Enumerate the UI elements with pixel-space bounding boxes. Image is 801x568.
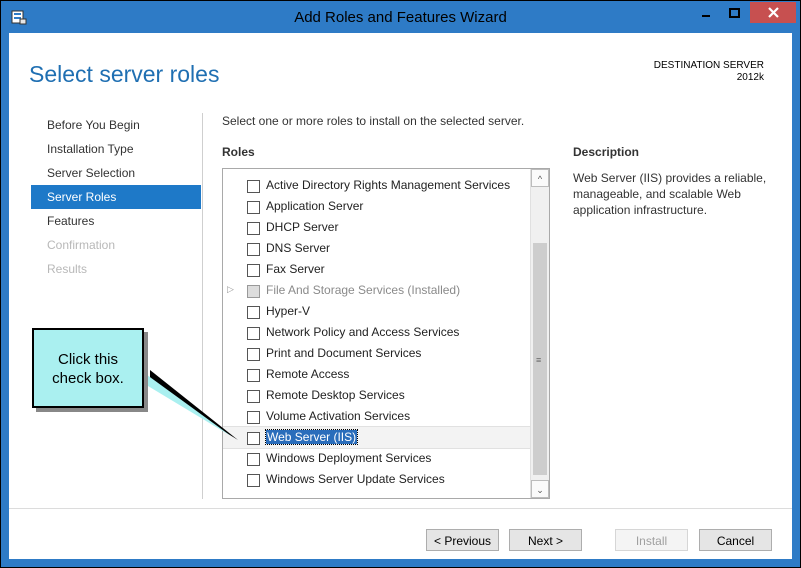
nav-server-selection[interactable]: Server Selection: [31, 161, 201, 185]
role-row[interactable]: Print and Document Services: [223, 343, 530, 364]
role-label-selected[interactable]: Web Server (IIS): [264, 429, 359, 445]
role-row[interactable]: Hyper-V: [223, 301, 530, 322]
roles-list[interactable]: Active Directory Rights Management Servi…: [222, 168, 550, 499]
callout-annotation: Click this check box.: [32, 328, 144, 408]
nav-results: Results: [47, 262, 88, 276]
role-label: File And Storage Services (Installed): [266, 283, 461, 297]
role-row[interactable]: DNS Server: [223, 238, 530, 259]
scroll-down-button[interactable]: ⌄: [531, 480, 549, 498]
callout-line-1: Click this: [57, 351, 118, 368]
title-bar[interactable]: Add Roles and Features Wizard: [1, 1, 800, 33]
role-checkbox[interactable]: [247, 243, 260, 256]
role-label[interactable]: Active Directory Rights Management Servi…: [266, 178, 510, 192]
role-label[interactable]: Application Server: [266, 199, 363, 213]
minimize-button[interactable]: [693, 2, 719, 23]
scroll-thumb[interactable]: ≡: [533, 243, 547, 475]
role-checkbox[interactable]: [247, 327, 260, 340]
role-label[interactable]: DNS Server: [266, 241, 330, 255]
destination-server-label: DESTINATION SERVER: [653, 60, 764, 71]
close-button[interactable]: [750, 2, 796, 23]
role-label[interactable]: Network Policy and Access Services: [266, 325, 459, 339]
description-heading: Description: [573, 145, 640, 159]
role-checkbox-installed: [247, 285, 260, 298]
cancel-button[interactable]: Cancel: [699, 529, 772, 551]
page-title: Select server roles: [29, 61, 220, 87]
role-row[interactable]: Volume Activation Services: [223, 406, 530, 427]
nav-confirmation: Confirmation: [47, 238, 116, 252]
nav-before-you-begin[interactable]: Before You Begin: [31, 113, 201, 137]
close-icon: [767, 7, 779, 18]
role-label[interactable]: Print and Document Services: [266, 346, 421, 360]
role-checkbox[interactable]: [247, 264, 260, 277]
role-checkbox[interactable]: [247, 180, 260, 193]
web-server-checkbox[interactable]: [247, 432, 260, 445]
role-checkbox[interactable]: [247, 453, 260, 466]
previous-button[interactable]: < Previous: [426, 529, 499, 551]
wizard-content: Select server roles DESTINATION SERVER 2…: [9, 33, 792, 559]
role-label[interactable]: Windows Server Update Services: [266, 472, 445, 486]
install-button: Install: [615, 529, 688, 551]
next-button[interactable]: Next >: [509, 529, 582, 551]
role-row[interactable]: ▷ File And Storage Services (Installed): [223, 280, 530, 301]
destination-server-name: 2012k: [736, 72, 764, 83]
role-row-selected[interactable]: Web Server (IIS): [223, 426, 530, 449]
role-row[interactable]: DHCP Server: [223, 217, 530, 238]
nav-divider: [202, 113, 203, 499]
role-row[interactable]: Remote Access: [223, 364, 530, 385]
role-row[interactable]: Windows Server Update Services: [223, 469, 530, 490]
footer-divider: [9, 508, 792, 509]
expand-arrow-icon[interactable]: ▷: [227, 284, 234, 295]
grip-icon: ≡: [536, 355, 542, 365]
role-row[interactable]: Network Policy and Access Services: [223, 322, 530, 343]
callout-line-2: check box.: [52, 370, 124, 387]
description-text: Web Server (IIS) provides a reliable, ma…: [573, 171, 767, 217]
role-checkbox[interactable]: [247, 348, 260, 361]
nav-server-roles[interactable]: Server Roles: [31, 185, 201, 209]
role-checkbox[interactable]: [247, 390, 260, 403]
role-label[interactable]: DHCP Server: [266, 220, 338, 234]
scroll-up-button[interactable]: ^: [531, 169, 549, 187]
chevron-down-icon: ⌄: [536, 485, 544, 495]
nav-features[interactable]: Features: [31, 209, 201, 233]
role-row[interactable]: Remote Desktop Services: [223, 385, 530, 406]
wizard-window: Add Roles and Features Wizard Select ser…: [0, 0, 801, 568]
roles-heading: Roles: [222, 145, 255, 159]
chevron-up-icon: ^: [537, 174, 543, 184]
minimize-icon: [702, 14, 710, 17]
maximize-button[interactable]: [721, 2, 747, 23]
role-checkbox[interactable]: [247, 222, 260, 235]
window-title: Add Roles and Features Wizard: [294, 9, 507, 26]
roles-scrollbar[interactable]: ^ ≡ ⌄: [530, 169, 549, 498]
role-checkbox[interactable]: [247, 201, 260, 214]
nav-installation-type[interactable]: Installation Type: [31, 137, 201, 161]
role-label[interactable]: Fax Server: [266, 262, 325, 276]
instruction-text: Select one or more roles to install on t…: [222, 114, 525, 128]
role-label[interactable]: Volume Activation Services: [266, 409, 410, 423]
wizard-nav: Before You Begin Installation Type Serve…: [31, 113, 201, 281]
role-row[interactable]: Application Server: [223, 196, 530, 217]
role-checkbox[interactable]: [247, 306, 260, 319]
role-checkbox[interactable]: [247, 369, 260, 382]
maximize-icon: [728, 7, 740, 18]
role-label[interactable]: Remote Access: [266, 367, 349, 381]
role-label[interactable]: Remote Desktop Services: [266, 388, 405, 402]
role-row[interactable]: Fax Server: [223, 259, 530, 280]
role-label[interactable]: Hyper-V: [266, 304, 310, 318]
role-row[interactable]: Active Directory Rights Management Servi…: [223, 175, 530, 196]
role-checkbox[interactable]: [247, 474, 260, 487]
role-checkbox[interactable]: [247, 411, 260, 424]
role-label[interactable]: Windows Deployment Services: [266, 451, 431, 465]
role-row[interactable]: Windows Deployment Services: [223, 448, 530, 469]
